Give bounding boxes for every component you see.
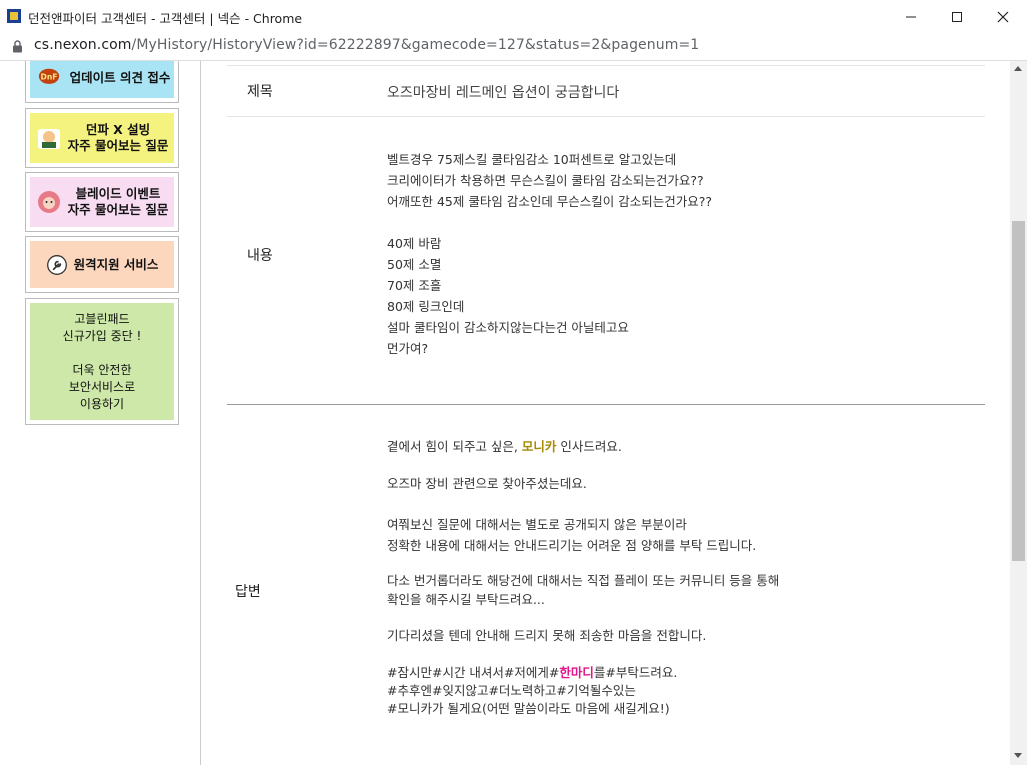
- banner-inner: DnF 업데이트 의견 접수: [30, 61, 174, 98]
- url-text[interactable]: cs.nexon.com/MyHistory/HistoryView?id=62…: [34, 37, 699, 53]
- answer-paragraph: 다소 번거롭더라도 해당건에 대해서는 직접 플레이 또는 커뮤니티 등을 통해…: [387, 573, 780, 607]
- banner-line2: 자주 물어보는 질문: [67, 138, 169, 153]
- divider: [227, 116, 985, 117]
- banner-inner: 원격지원 서비스: [30, 241, 174, 288]
- address-bar[interactable]: cs.nexon.com/MyHistory/HistoryView?id=62…: [0, 33, 1027, 61]
- banner-text: 블레이드 이벤트 자주 물어보는 질문: [68, 186, 169, 218]
- answer-label: 답변: [235, 584, 261, 600]
- banner-line3: 더욱 안전한: [72, 362, 132, 377]
- answer-paragraph: 기다리셨을 텐데 안내해 드리지 못해 죄송한 마음을 전합니다.: [387, 628, 707, 643]
- scrollbar-thumb[interactable]: [1012, 221, 1025, 561]
- goblin-pad-banner[interactable]: 고블린패드 신규가입 중단 ! 더욱 안전한 보안서비스로 이용하기: [25, 298, 179, 425]
- wrench-icon: [46, 254, 67, 275]
- url-domain: cs.nexon.com: [34, 37, 132, 53]
- window-titlebar: 던전앤파이터 고객센터 - 고객센터 | 넥슨 - Chrome: [0, 0, 1027, 34]
- answer-greeting: 곁에서 힘이 되주고 싶은, 모니카 인사드려요.: [387, 436, 622, 457]
- vertical-scrollbar[interactable]: [1010, 61, 1027, 765]
- answer-paragraph: 여쭤보신 질문에 대해서는 별도로 공개되지 않은 부분이라 정확한 내용에 대…: [387, 517, 757, 553]
- subject-text: 오즈마장비 레드메인 옵션이 궁금합니다: [387, 85, 620, 101]
- content-label: 내용: [247, 248, 273, 264]
- banner-line5: 이용하기: [79, 396, 125, 411]
- hashtag-text: #추후엔#잊지않고#더노력하고#기억될수있는: [387, 683, 636, 698]
- banner-label: 업데이트 의견 접수: [69, 70, 171, 85]
- banner-text: 던파 X 설빙 자주 물어보는 질문: [68, 122, 169, 154]
- banner-line1: 블레이드 이벤트: [75, 186, 161, 201]
- inquiry-content: 벨트경우 75제스킬 쿨타임감소 10퍼센트로 알고있는데 크리에이터가 착용하…: [387, 152, 713, 356]
- agent-name: 모니카: [521, 439, 557, 454]
- banner-line2: 신규가입 중단 !: [62, 328, 142, 343]
- character-icon: [37, 191, 60, 213]
- greeting-text: 곁에서 힘이 되주고 싶은,: [387, 439, 522, 454]
- banner-label: 원격지원 서비스: [73, 256, 159, 272]
- close-icon: [997, 11, 1009, 22]
- left-sidebar: DnF 업데이트 의견 접수 던파 X 설빙 자주 물어보는 질문 블레이드 이…: [0, 61, 201, 765]
- hashtag-text: 를#부탁드려요.: [593, 665, 678, 680]
- page-content: DnF 업데이트 의견 접수 던파 X 설빙 자주 물어보는 질문 블레이드 이…: [0, 61, 1010, 765]
- app-icon: [7, 9, 21, 23]
- minimize-button[interactable]: [888, 0, 934, 33]
- greeting-text: 인사드려요.: [556, 439, 622, 454]
- banner-line4: 보안서비스로: [68, 379, 136, 394]
- update-feedback-banner[interactable]: DnF 업데이트 의견 접수: [25, 61, 179, 103]
- banner-inner: 블레이드 이벤트 자주 물어보는 질문: [30, 177, 174, 227]
- hashtag-text: #잠시만#시간 내셔서#저에게#: [387, 665, 560, 680]
- window-title: 던전앤파이터 고객센터 - 고객센터 | 넥슨 - Chrome: [28, 11, 303, 26]
- maximize-icon: [952, 11, 962, 22]
- divider: [227, 404, 985, 405]
- scroll-up-arrow-icon[interactable]: [1014, 66, 1022, 71]
- hashtag-text: #모니카가 될게요(어떤 말씀이라도 마음에 새길게요!): [387, 701, 670, 716]
- banner-text: 고블린패드 신규가입 중단 ! 더욱 안전한 보안서비스로 이용하기: [63, 311, 142, 413]
- hashtag-highlight: 한마디: [559, 665, 594, 680]
- divider: [227, 65, 985, 66]
- dnf-logo-icon: DnF: [38, 68, 59, 84]
- banner-inner: 고블린패드 신규가입 중단 ! 더욱 안전한 보안서비스로 이용하기: [30, 303, 174, 420]
- character-icon: [37, 129, 60, 149]
- close-button[interactable]: [980, 0, 1026, 33]
- subject-label: 제목: [247, 84, 273, 100]
- dnf-sulbing-faq-banner[interactable]: 던파 X 설빙 자주 물어보는 질문: [25, 108, 179, 168]
- minimize-icon: [906, 16, 916, 17]
- banner-line1: 고블린패드: [74, 311, 130, 326]
- lock-icon: [13, 40, 22, 53]
- banner-line1: 던파 X 설빙: [85, 122, 151, 137]
- scroll-down-arrow-icon[interactable]: [1014, 753, 1022, 758]
- url-path: /MyHistory/HistoryView?id=62222897&gamec…: [131, 37, 700, 53]
- banner-inner: 던파 X 설빙 자주 물어보는 질문: [30, 113, 174, 163]
- answer-paragraph: 오즈마 장비 관련으로 찾아주셨는데요.: [387, 476, 587, 491]
- answer-hashtags: #잠시만#시간 내셔서#저에게#한마디를#부탁드려요. #추후엔#잊지않고#더노력…: [387, 664, 677, 718]
- blade-event-faq-banner[interactable]: 블레이드 이벤트 자주 물어보는 질문: [25, 172, 179, 232]
- maximize-button[interactable]: [934, 0, 980, 33]
- remote-support-banner[interactable]: 원격지원 서비스: [25, 236, 179, 293]
- banner-line2: 자주 물어보는 질문: [67, 202, 169, 217]
- svg-text:DnF: DnF: [40, 73, 57, 82]
